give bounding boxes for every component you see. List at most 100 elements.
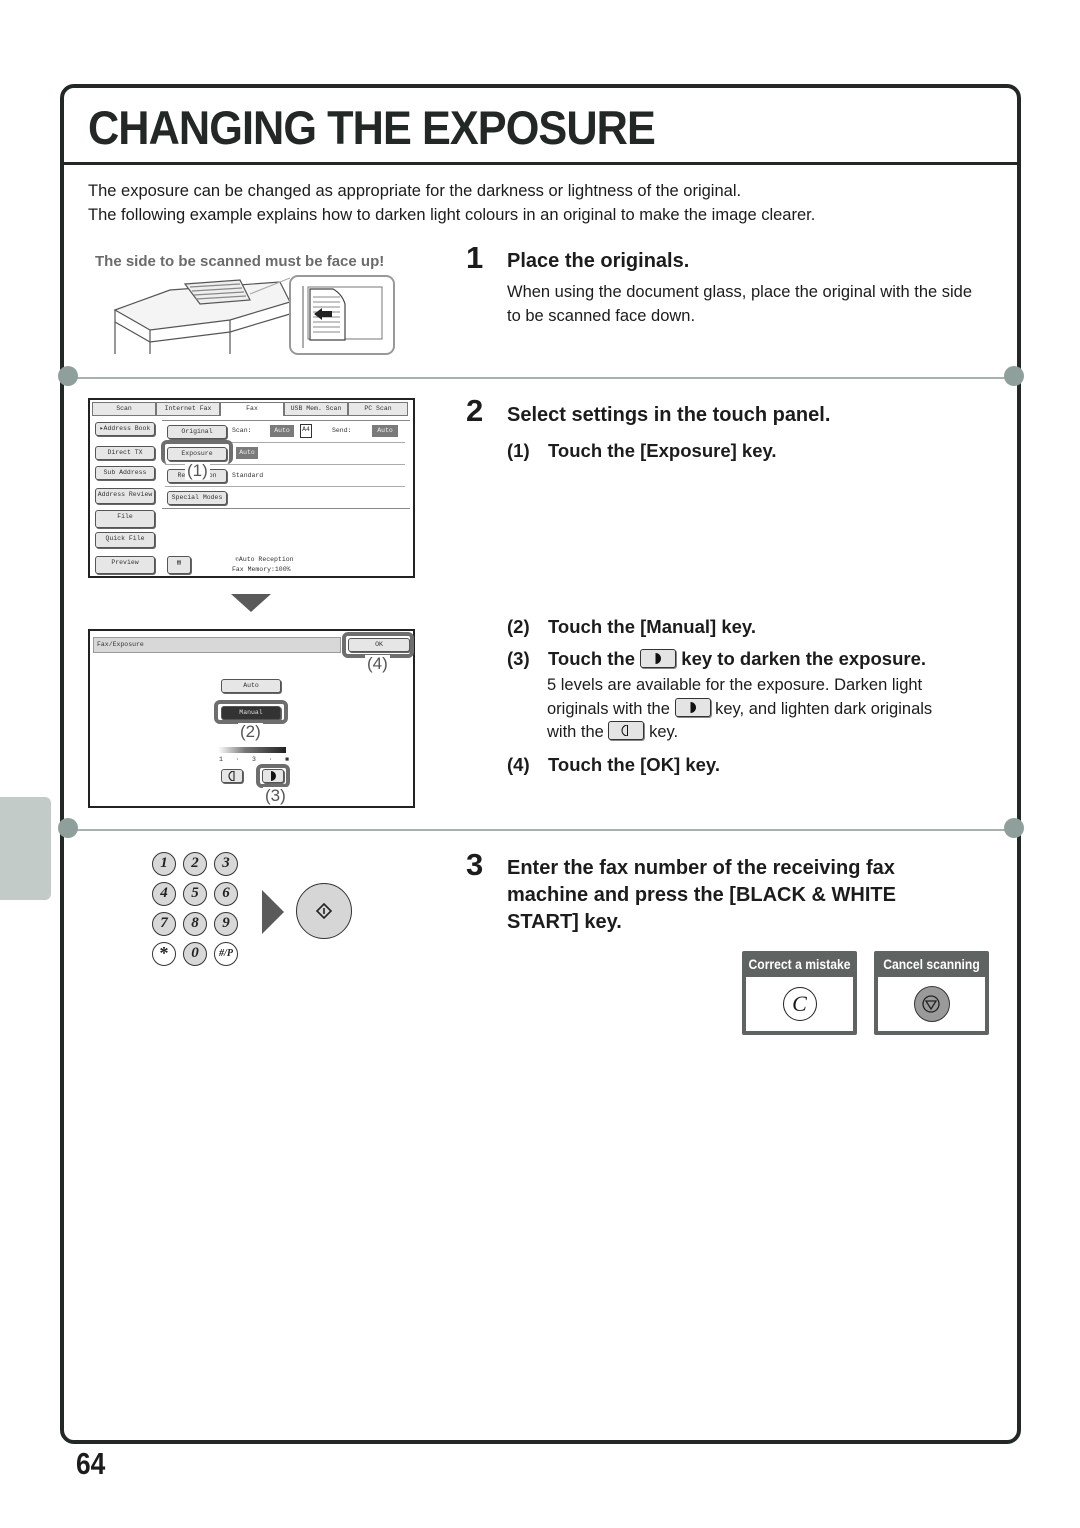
note-text: originals with the: [547, 699, 670, 718]
tab-pc-scan[interactable]: PC Scan: [348, 402, 408, 416]
callout-label: (1): [185, 461, 210, 480]
panel-border: [162, 420, 410, 421]
special-modes-button[interactable]: Special Modes: [167, 491, 227, 505]
callout-label: (4): [365, 654, 390, 673]
fax-memory-status: Fax Memory:100%: [232, 566, 291, 573]
resolution-value: Standard: [232, 472, 264, 479]
keypad-key[interactable]: 1: [152, 852, 176, 876]
step-title: Enter the fax number of the receiving fa…: [507, 855, 896, 936]
divider-knob: [58, 818, 78, 838]
lighter-button[interactable]: [221, 769, 243, 783]
file-button[interactable]: File: [95, 510, 155, 528]
card-label: Correct a mistake: [748, 957, 851, 972]
cancel-scanning-card: Cancel scanning: [874, 951, 989, 1035]
chapter-tab: [0, 797, 51, 900]
keypad-key[interactable]: 7: [152, 912, 176, 936]
title-line: START] key.: [507, 911, 622, 933]
callout-label: (2): [238, 722, 263, 741]
row-divider: [165, 486, 405, 487]
exposure-value: Auto: [236, 447, 258, 459]
panel-header: Fax/Exposure: [97, 641, 144, 648]
step-number: 2: [466, 393, 484, 428]
sub-address-button[interactable]: Sub Address: [95, 466, 155, 480]
substep-number: (3): [507, 648, 530, 669]
keypad-key[interactable]: 4: [152, 882, 176, 906]
note-text: key.: [649, 723, 679, 741]
fax-memory-icon-button[interactable]: ▤: [167, 556, 191, 574]
substep: (1) Touch the [Exposure] key.: [507, 440, 777, 462]
keypad-key[interactable]: 2: [183, 852, 207, 876]
auto-button[interactable]: Auto: [221, 679, 281, 693]
correct-mistake-card: Correct a mistake C: [742, 951, 857, 1035]
callout-darker: [256, 764, 290, 788]
start-icon: [315, 902, 333, 920]
scan-value: Auto: [270, 425, 294, 437]
lighter-key-icon: [608, 721, 645, 740]
divider-knob: [1004, 366, 1024, 386]
direct-tx-button[interactable]: Direct TX: [95, 446, 155, 460]
section-divider: [68, 377, 1013, 379]
keypad-key[interactable]: 3: [214, 852, 238, 876]
step-title: Select settings in the touch panel.: [507, 404, 831, 426]
original-button[interactable]: Original: [167, 425, 227, 439]
substep: (4) Touch the [OK] key.: [507, 754, 720, 776]
title-bar: CHANGING THE EXPOSURE: [64, 88, 1017, 165]
quick-file-button[interactable]: Quick File: [95, 532, 155, 548]
touch-panel-exposure: Fax/Exposure OK (4) Auto Manual (2) 1 · …: [88, 629, 415, 808]
clear-key-icon[interactable]: C: [782, 987, 817, 1021]
stop-key-icon[interactable]: [913, 986, 950, 1022]
divider-knob: [58, 366, 78, 386]
section-divider: [68, 829, 1013, 831]
tab-scan[interactable]: Scan: [92, 402, 156, 416]
panel-border: [162, 508, 410, 509]
tab-internet-fax[interactable]: Internet Fax: [156, 402, 220, 416]
note-text: with the: [547, 723, 604, 741]
touch-panel-fax: Scan Internet Fax Fax USB Mem. Scan PC S…: [88, 398, 415, 578]
substep-text: key to darken the exposure.: [681, 648, 926, 669]
card-body: [878, 977, 985, 1031]
keypad-key[interactable]: 5: [183, 882, 207, 906]
address-review-button[interactable]: Address Review: [95, 488, 155, 504]
step-number: 3: [466, 847, 484, 882]
address-book-button[interactable]: ▸Address Book: [95, 422, 155, 436]
keypad-key[interactable]: 6: [214, 882, 238, 906]
darker-key-icon: [640, 649, 677, 668]
title-line: Enter the fax number of the receiving fa…: [507, 857, 895, 879]
keypad-key[interactable]: 0: [183, 942, 207, 966]
substep-text: Touch the [Manual] key.: [548, 616, 756, 637]
substep-text: Touch the: [548, 648, 636, 669]
intro-line: The exposure can be changed as appropria…: [88, 182, 742, 200]
exposure-gradient: [218, 747, 286, 753]
substep-number: (2): [507, 616, 530, 637]
send-value: Auto: [372, 425, 398, 437]
substep-text: Touch the [OK] key.: [548, 754, 720, 775]
callout-label: (3): [263, 786, 288, 805]
keypad-key[interactable]: 9: [214, 912, 238, 936]
keypad-key[interactable]: *: [152, 942, 176, 966]
tab-fax[interactable]: Fax: [220, 402, 284, 416]
note-line: originals with the key, and lighten dark…: [547, 697, 987, 722]
substep-note: 5 levels are available for the exposure.…: [547, 674, 987, 745]
card-label: Cancel scanning: [883, 957, 980, 972]
step-number: 1: [466, 240, 484, 275]
tab-usb-mem-scan[interactable]: USB Mem. Scan: [284, 402, 348, 416]
paper-size: A4: [300, 424, 312, 438]
note-line: with the key.: [547, 721, 987, 745]
substep: (2) Touch the [Manual] key.: [507, 616, 756, 638]
divider-knob: [1004, 818, 1024, 838]
darker-key-icon: [674, 697, 711, 717]
title-line: machine and press the [BLACK & WHITE: [507, 884, 896, 906]
page-number: 64: [76, 1446, 106, 1481]
scale-label: ·: [235, 756, 240, 763]
note-text: key, and lighten dark originals: [715, 699, 933, 718]
preview-button[interactable]: Preview: [95, 556, 155, 574]
scanner-illustration: [113, 275, 395, 355]
substep-text: Touch the [Exposure] key.: [548, 440, 777, 461]
note-line: 5 levels are available for the exposure.…: [547, 676, 923, 694]
keypad-key[interactable]: #/P: [214, 942, 238, 966]
auto-reception-status: ✆Auto Reception: [235, 556, 294, 563]
intro-text: The exposure can be changed as appropria…: [88, 180, 815, 227]
face-up-caption: The side to be scanned must be face up!: [95, 253, 385, 270]
black-white-start-button[interactable]: [296, 883, 352, 939]
keypad-key[interactable]: 8: [183, 912, 207, 936]
